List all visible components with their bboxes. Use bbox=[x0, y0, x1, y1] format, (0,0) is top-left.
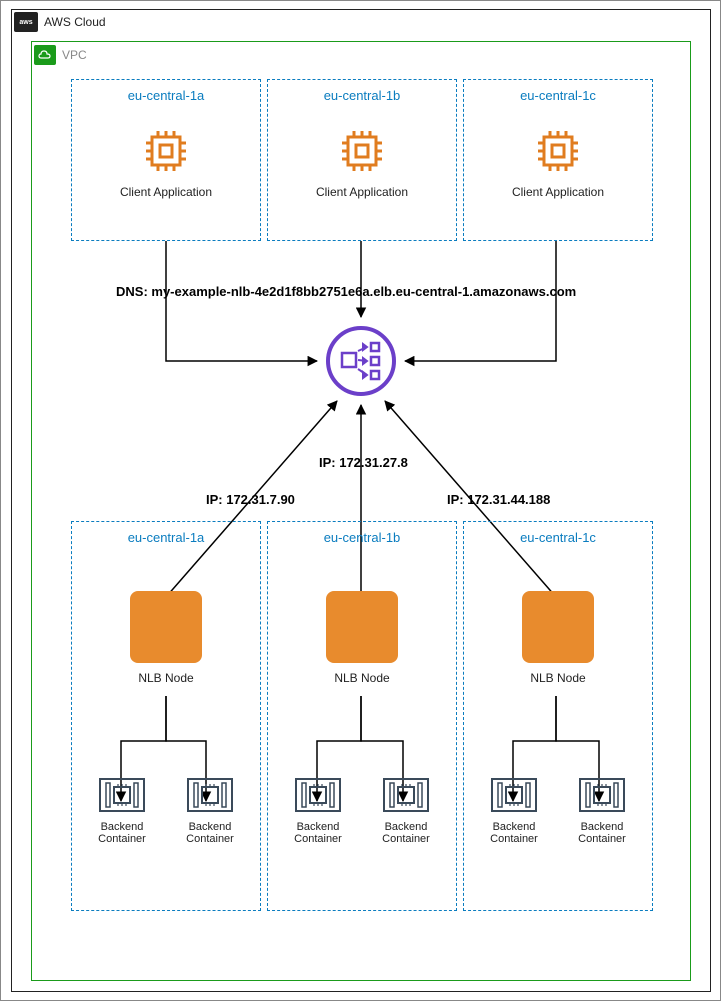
container-icon bbox=[383, 775, 429, 815]
backend-container-item: Backend Container bbox=[474, 775, 554, 845]
az-bottom-1a-title: eu-central-1a bbox=[72, 522, 260, 545]
backend-container-label: Backend Container bbox=[170, 821, 250, 845]
backend-container-label: Backend Container bbox=[278, 821, 358, 845]
az-bottom-1c: eu-central-1c NLB Node bbox=[463, 521, 653, 911]
nlb-node-icon bbox=[522, 591, 594, 663]
az-bottom-1c-title: eu-central-1c bbox=[464, 522, 652, 545]
backend-row: Backend Container Backend Cont bbox=[268, 775, 456, 845]
az-bottom-1b-title: eu-central-1b bbox=[268, 522, 456, 545]
backend-container-item: Backend Container bbox=[170, 775, 250, 845]
nlb-node-icon bbox=[130, 591, 202, 663]
nlb-node-label: NLB Node bbox=[464, 671, 652, 685]
container-icon bbox=[99, 775, 145, 815]
backend-container-label: Backend Container bbox=[366, 821, 446, 845]
backend-container-label: Backend Container bbox=[562, 821, 642, 845]
backend-container-item: Backend Container bbox=[82, 775, 162, 845]
backend-container-item: Backend Container bbox=[366, 775, 446, 845]
backend-container-label: Backend Container bbox=[82, 821, 162, 845]
container-icon bbox=[491, 775, 537, 815]
backend-container-label: Backend Container bbox=[474, 821, 554, 845]
backend-row: Backend Container Backend Cont bbox=[464, 775, 652, 845]
az-bottom-1a: eu-central-1a NLB Node bbox=[71, 521, 261, 911]
nlb-node-label: NLB Node bbox=[72, 671, 260, 685]
container-icon bbox=[187, 775, 233, 815]
nlb-node-label: NLB Node bbox=[268, 671, 456, 685]
backend-container-item: Backend Container bbox=[562, 775, 642, 845]
az-bottom-1b: eu-central-1b NLB Node bbox=[267, 521, 457, 911]
diagram-canvas: aws AWS Cloud VPC eu-central-1a bbox=[0, 0, 721, 1001]
backend-container-item: Backend Container bbox=[278, 775, 358, 845]
nlb-node-icon bbox=[326, 591, 398, 663]
container-icon bbox=[579, 775, 625, 815]
container-icon bbox=[295, 775, 341, 815]
backend-row: Backend Container Backend Cont bbox=[72, 775, 260, 845]
